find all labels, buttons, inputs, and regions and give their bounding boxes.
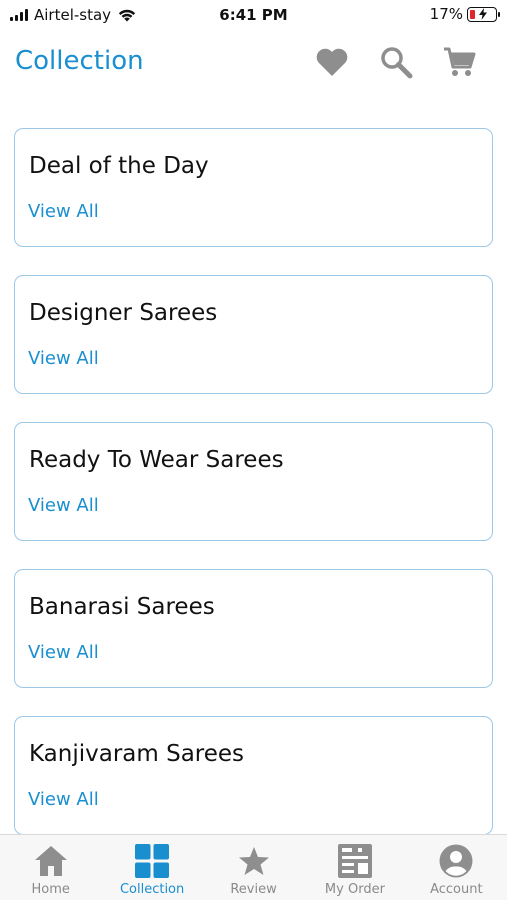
app-header: Collection — [0, 32, 507, 96]
tab-label: Home — [31, 882, 70, 897]
tab-label: Account — [430, 882, 483, 897]
grid-icon — [134, 843, 170, 879]
heart-icon[interactable] — [314, 44, 350, 80]
view-all-link[interactable]: View All — [28, 642, 99, 663]
order-icon — [337, 843, 373, 879]
collection-card[interactable]: Kanjivaram Sarees View All — [14, 716, 493, 835]
search-icon[interactable] — [378, 44, 414, 80]
collection-card[interactable]: Banarasi Sarees View All — [14, 569, 493, 688]
tab-label: My Order — [324, 882, 385, 897]
tab-label: Collection — [119, 882, 185, 897]
tab-label: Review — [230, 882, 277, 897]
collection-card[interactable]: Deal of the Day View All — [14, 128, 493, 247]
tab-review[interactable]: Review — [203, 835, 304, 900]
battery-percent: 17% — [429, 5, 463, 23]
collection-title: Kanjivaram Sarees — [29, 741, 245, 767]
view-all-link[interactable]: View All — [28, 495, 99, 516]
home-icon — [33, 843, 69, 879]
tab-collection[interactable]: Collection — [101, 835, 202, 900]
view-all-link[interactable]: View All — [28, 348, 99, 369]
account-icon — [438, 843, 474, 879]
status-bar: Airtel-stay 6:41 PM 17% — [0, 0, 507, 32]
star-icon — [236, 843, 272, 879]
page-title: Collection — [15, 46, 144, 76]
bottom-tab-bar: Home Collection Review My Order Account — [0, 834, 507, 900]
view-all-link[interactable]: View All — [28, 201, 99, 222]
view-all-link[interactable]: View All — [28, 789, 99, 810]
collection-card[interactable]: Designer Sarees View All — [14, 275, 493, 394]
tab-my-order[interactable]: My Order — [304, 835, 405, 900]
battery-icon — [467, 6, 500, 22]
collection-title: Ready To Wear Sarees — [29, 447, 284, 473]
status-right: 17% — [429, 5, 500, 23]
tab-home[interactable]: Home — [0, 835, 101, 900]
collection-title: Designer Sarees — [29, 300, 218, 326]
cart-icon[interactable] — [442, 44, 478, 80]
collection-list: Deal of the Day View All Designer Sarees… — [14, 128, 493, 863]
tab-account[interactable]: Account — [406, 835, 507, 900]
collection-title: Deal of the Day — [29, 153, 209, 179]
collection-title: Banarasi Sarees — [29, 594, 215, 620]
collection-card[interactable]: Ready To Wear Sarees View All — [14, 422, 493, 541]
